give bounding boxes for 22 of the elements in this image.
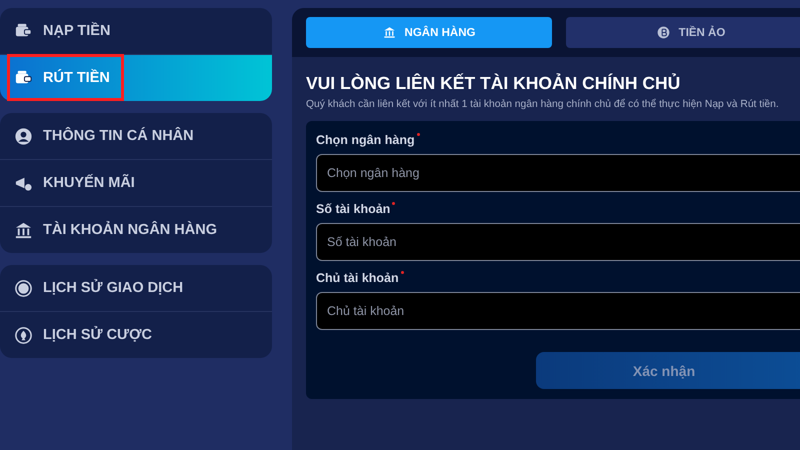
tab[interactable]: TIỀN ẢO [566, 17, 800, 48]
user-icon [14, 126, 33, 146]
menu-item[interactable]: LỊCH SỬ CƯỢC [0, 311, 272, 358]
menu-item[interactable]: LỊCH SỬ GIAO DỊCH [0, 265, 272, 311]
field-label: Chủ tài khoản [316, 271, 399, 285]
menu-item[interactable]: THÔNG TIN CÁ NHÂN [0, 113, 272, 159]
bank-icon [382, 26, 396, 39]
coin-icon [656, 26, 670, 39]
field-label: Số tài khoản [316, 202, 390, 216]
input-field[interactable]: Chọn ngân hàng [316, 154, 800, 192]
field-label: Chọn ngân hàng [316, 133, 415, 147]
input-field[interactable]: Số tài khoản [316, 223, 800, 261]
menu-item[interactable]: NẠP TIỀN [0, 8, 272, 54]
input-field[interactable]: Chủ tài khoản [316, 292, 800, 330]
menu-item[interactable]: RÚT TIỀN [0, 54, 272, 101]
menu-item[interactable]: TÀI KHOẢN NGÂN HÀNG [0, 206, 272, 253]
coin-icon [14, 278, 33, 298]
bank-icon [14, 220, 33, 240]
form-title: VUI LÒNG LIÊN KẾT TÀI KHOẢN CHÍNH CHỦ [306, 73, 682, 94]
menu-item[interactable]: KHUYẾN MÃI [0, 159, 272, 206]
spade-icon [14, 326, 33, 344]
form-description: Quý khách cần liên kết với ít nhất 1 tài khoản ngân hàng chính chủ để có thể thực hiện Nạp và Rút tiền. [306, 99, 780, 110]
